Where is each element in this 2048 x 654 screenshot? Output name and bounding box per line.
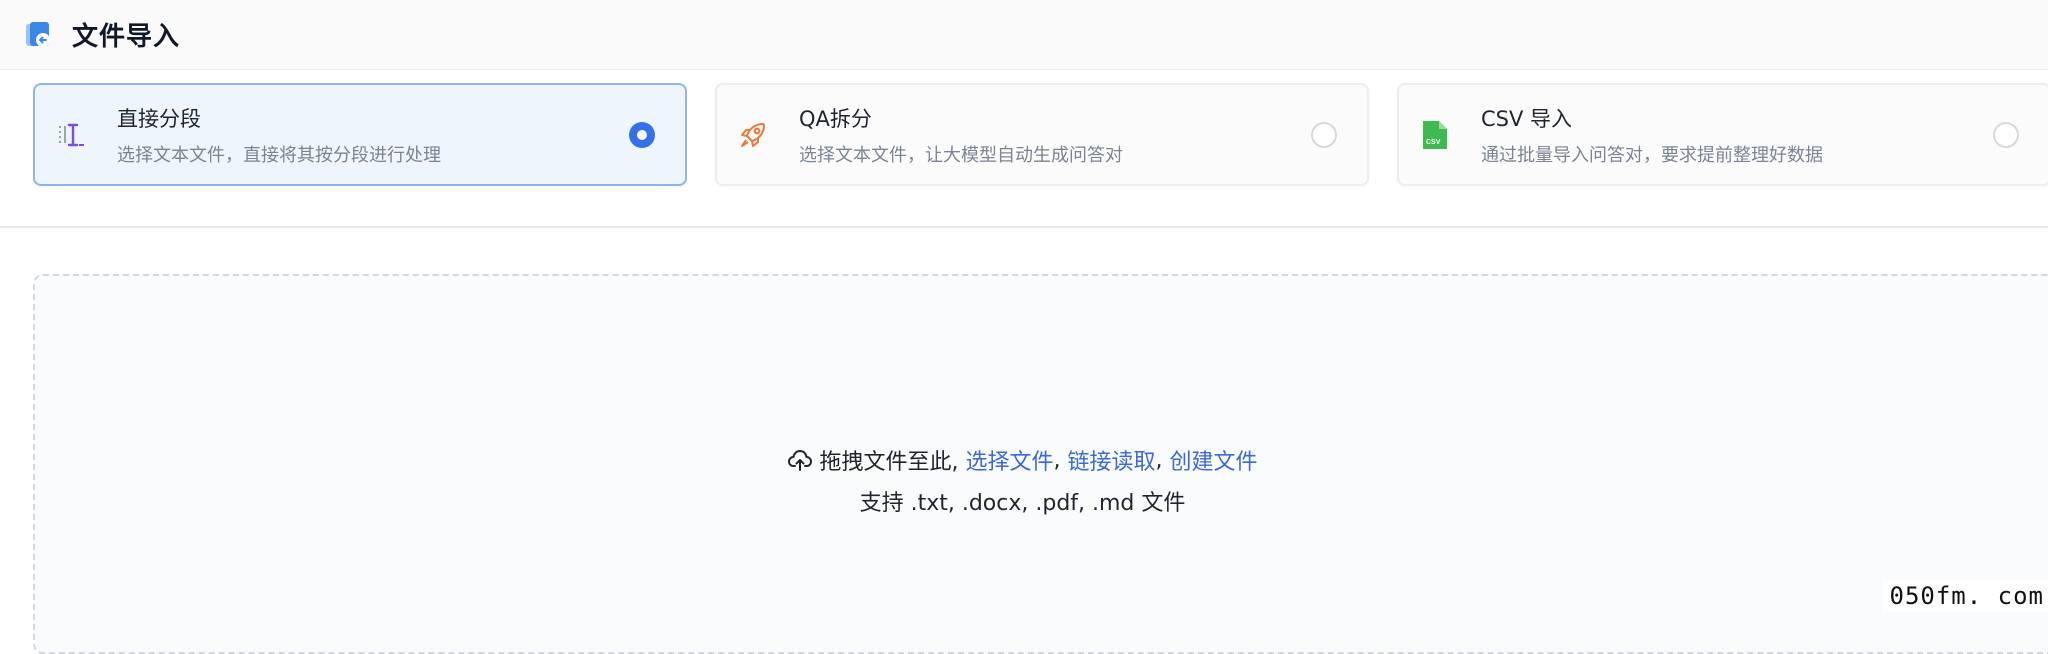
method-radio-direct-split[interactable] bbox=[629, 122, 655, 148]
method-title: CSV 导入 bbox=[1481, 103, 1823, 133]
cloud-upload-icon bbox=[787, 447, 813, 473]
method-title: QA拆分 bbox=[799, 103, 1123, 133]
method-description: 通过批量导入问答对，要求提前整理好数据 bbox=[1481, 141, 1823, 167]
method-title: 直接分段 bbox=[117, 103, 441, 133]
method-card-csv-import[interactable]: CSV CSV 导入 通过批量导入问答对，要求提前整理好数据 bbox=[1397, 83, 2048, 186]
drop-prefix-text: 拖拽文件至此, bbox=[819, 444, 958, 476]
method-radio-qa-split[interactable] bbox=[1311, 122, 1337, 148]
file-drop-zone[interactable]: 拖拽文件至此, 选择文件, 链接读取, 创建文件 支持 .txt, .docx,… bbox=[33, 274, 2048, 654]
supported-formats-text: 支持 .txt, .docx, .pdf, .md 文件 bbox=[15, 485, 2030, 517]
csv-file-icon: CSV bbox=[1419, 119, 1451, 151]
select-file-link[interactable]: 选择文件 bbox=[965, 444, 1053, 476]
method-description: 选择文本文件，让大模型自动生成问答对 bbox=[799, 141, 1123, 167]
section-divider bbox=[0, 226, 2048, 228]
create-file-link[interactable]: 创建文件 bbox=[1170, 444, 1258, 476]
watermark-text: 050fm. com bbox=[1882, 580, 2048, 612]
import-method-options: 直接分段 选择文本文件，直接将其按分段进行处理 QA拆分 选择文本文件，让大模型… bbox=[33, 83, 2048, 186]
drop-instructions: 拖拽文件至此, 选择文件, 链接读取, 创建文件 bbox=[15, 444, 2030, 476]
method-card-direct-split[interactable]: 直接分段 选择文本文件，直接将其按分段进行处理 bbox=[33, 83, 687, 186]
link-read-link[interactable]: 链接读取 bbox=[1067, 444, 1155, 476]
page-title: 文件导入 bbox=[72, 16, 180, 53]
rocket-icon bbox=[737, 119, 769, 151]
separator: , bbox=[1053, 448, 1060, 473]
method-description: 选择文本文件，直接将其按分段进行处理 bbox=[117, 141, 441, 167]
method-card-qa-split[interactable]: QA拆分 选择文本文件，让大模型自动生成问答对 bbox=[715, 83, 1369, 186]
split-text-icon bbox=[55, 119, 87, 151]
file-import-icon bbox=[24, 20, 54, 50]
svg-text:CSV: CSV bbox=[1426, 139, 1441, 146]
page-header: 文件导入 bbox=[0, 0, 2048, 70]
separator: , bbox=[1156, 448, 1163, 473]
method-radio-csv-import[interactable] bbox=[1993, 122, 2019, 148]
